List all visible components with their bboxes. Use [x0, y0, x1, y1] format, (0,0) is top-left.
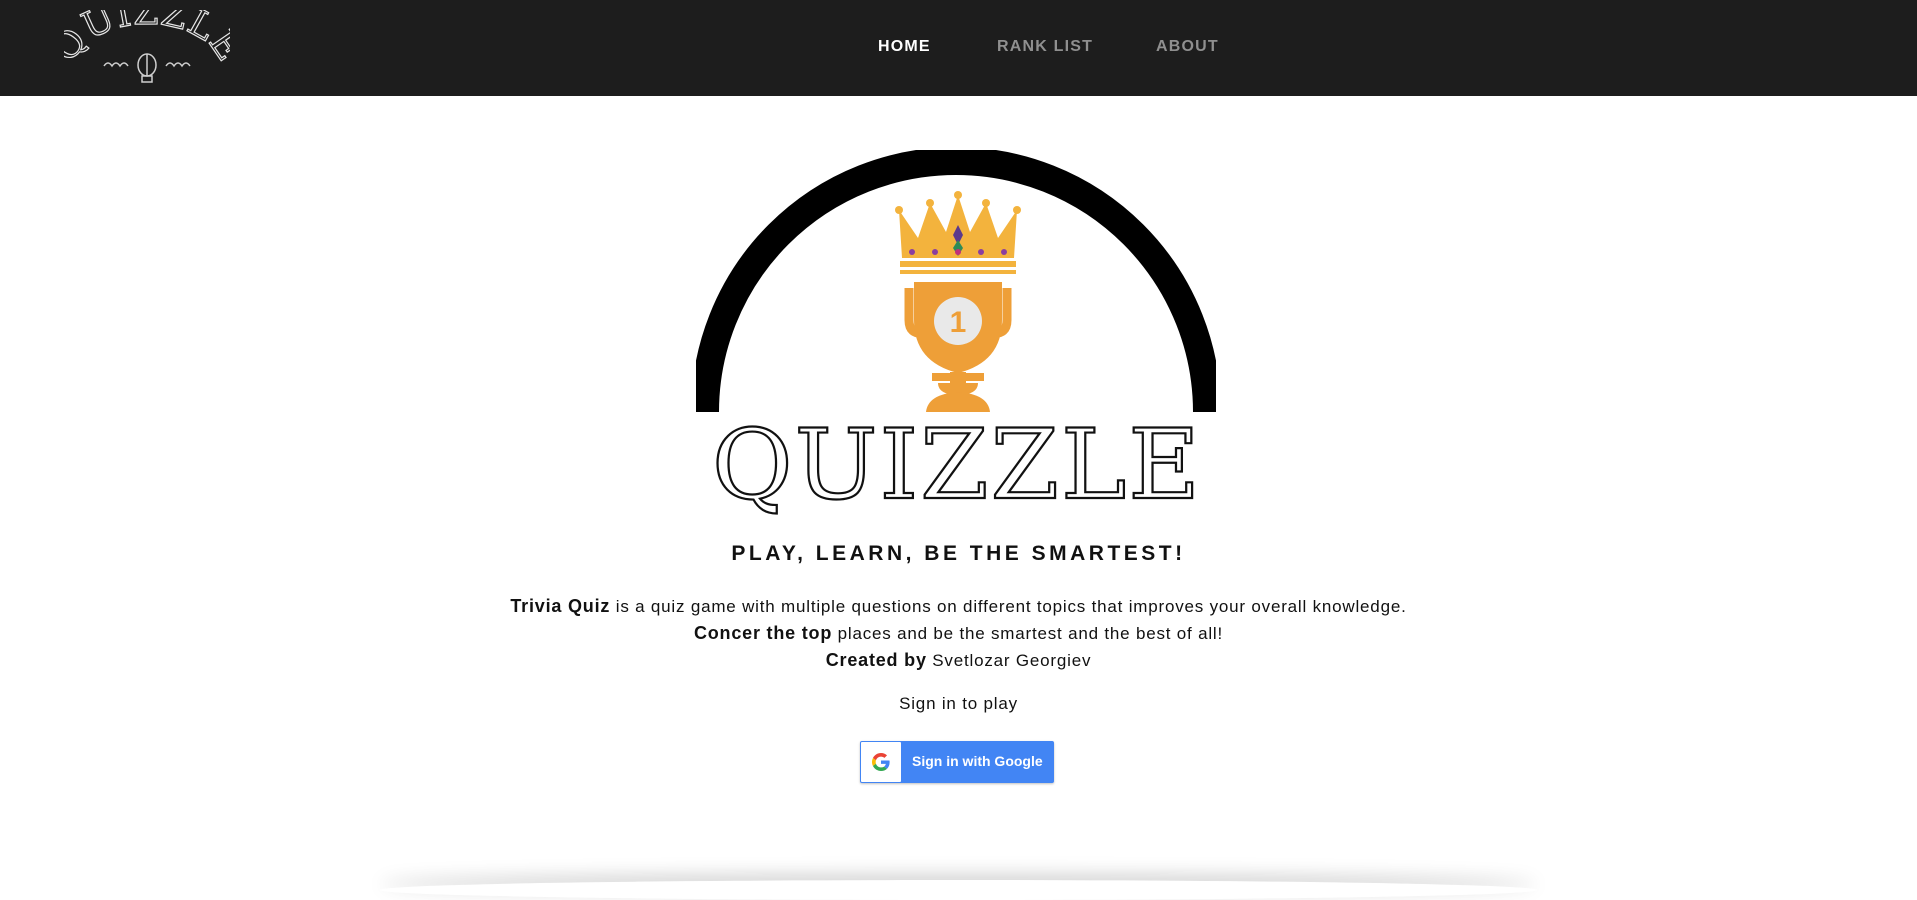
- description-line-2: Concer the top places and be the smartes…: [0, 623, 1917, 644]
- desc-line3-bold: Created by: [825, 650, 927, 670]
- desc-line3-text: Svetlozar Georgiev: [926, 651, 1092, 670]
- desc-line1-bold: Trivia Quiz: [510, 596, 611, 616]
- bottom-card-edge: [380, 880, 1537, 900]
- nav-home-link[interactable]: HOME: [878, 38, 931, 56]
- desc-line2-text: places and be the smartest and the best …: [832, 624, 1224, 643]
- nav-links: HOME RANK LIST ABOUT: [0, 0, 1917, 96]
- trophy-number: 1: [950, 306, 967, 339]
- google-g-icon: [872, 753, 890, 771]
- hero-tagline: PLAY, LEARN, BE THE SMARTEST!: [731, 542, 1186, 565]
- description-line-3: Created by Svetlozar Georgiev: [0, 650, 1917, 671]
- google-logo-box: [861, 742, 901, 782]
- sign-in-prompt: Sign in to play: [899, 694, 1018, 713]
- desc-line1-text: is a quiz game with multiple questions o…: [610, 597, 1407, 616]
- nav-rank-list-link[interactable]: RANK LIST: [997, 38, 1093, 56]
- nav-about-link[interactable]: ABOUT: [1156, 38, 1219, 56]
- desc-line2-bold: Concer the top: [693, 623, 833, 643]
- description-line-1: Trivia Quiz is a quiz game with multiple…: [0, 596, 1917, 617]
- hero-wordmark: QUIZZLE: [712, 409, 1202, 515]
- crown-icon: [895, 191, 1021, 274]
- trophy-icon: 1: [904, 282, 1012, 412]
- top-navbar: QUIZZLE HOME RANK LIST ABOUT: [0, 0, 1917, 96]
- quizzle-hero-logo: 1 QUIZZLE: [696, 150, 1216, 515]
- google-sign-in-button[interactable]: Sign in with Google: [860, 741, 1054, 783]
- google-sign-in-label: Sign in with Google: [912, 753, 1043, 769]
